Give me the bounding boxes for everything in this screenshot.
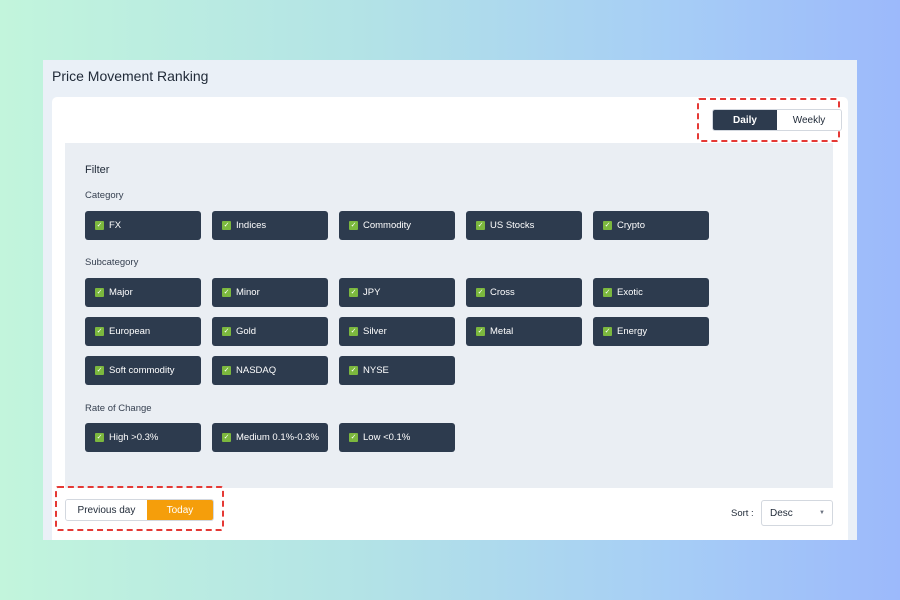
check-icon: ✓ (349, 366, 358, 375)
chip-silver[interactable]: ✓ Silver (339, 317, 455, 346)
check-icon: ✓ (95, 327, 104, 336)
check-icon: ✓ (222, 327, 231, 336)
chip-exotic[interactable]: ✓ Exotic (593, 278, 709, 307)
chip-soft-commodity[interactable]: ✓ Soft commodity (85, 356, 201, 385)
chip-label: FX (109, 220, 122, 231)
chevron-down-icon: ▼ (819, 510, 825, 516)
chip-label: Crypto (617, 220, 645, 231)
filter-title: Filter (85, 164, 110, 176)
chip-label: Low <0.1% (363, 432, 411, 443)
subcategory-label: Subcategory (85, 257, 139, 268)
category-label: Category (85, 190, 124, 201)
daily-button[interactable]: Daily (713, 110, 777, 130)
check-icon: ✓ (95, 433, 104, 442)
check-icon: ✓ (222, 288, 231, 297)
chip-label: Exotic (617, 287, 643, 298)
check-icon: ✓ (603, 288, 612, 297)
chip-label: Cross (490, 287, 515, 298)
chip-label: European (109, 326, 151, 337)
check-icon: ✓ (476, 288, 485, 297)
chip-label: Major (109, 287, 133, 298)
check-icon: ✓ (349, 433, 358, 442)
check-icon: ✓ (349, 288, 358, 297)
check-icon: ✓ (222, 221, 231, 230)
weekly-button[interactable]: Weekly (777, 110, 841, 130)
chip-label: US Stocks (490, 220, 535, 231)
chip-label: High >0.3% (109, 432, 159, 443)
check-icon: ✓ (95, 366, 104, 375)
check-icon: ✓ (476, 327, 485, 336)
rate-of-change-label: Rate of Change (85, 403, 152, 414)
check-icon: ✓ (95, 221, 104, 230)
previous-day-button[interactable]: Previous day (66, 500, 147, 520)
check-icon: ✓ (603, 221, 612, 230)
check-icon: ✓ (95, 288, 104, 297)
page-title: Price Movement Ranking (52, 68, 209, 84)
chip-high[interactable]: ✓ High >0.3% (85, 423, 201, 452)
chip-us-stocks[interactable]: ✓ US Stocks (466, 211, 582, 240)
check-icon: ✓ (222, 366, 231, 375)
chip-gold[interactable]: ✓ Gold (212, 317, 328, 346)
chip-low[interactable]: ✓ Low <0.1% (339, 423, 455, 452)
check-icon: ✓ (349, 327, 358, 336)
chip-fx[interactable]: ✓ FX (85, 211, 201, 240)
chip-label: Commodity (363, 220, 412, 231)
ranking-panel: Price Movement Ranking Daily Weekly Filt… (43, 60, 857, 540)
chip-jpy[interactable]: ✓ JPY (339, 278, 455, 307)
sort-label: Sort : (731, 508, 754, 519)
chip-energy[interactable]: ✓ Energy (593, 317, 709, 346)
chip-minor[interactable]: ✓ Minor (212, 278, 328, 307)
period-toggle: Daily Weekly (712, 109, 842, 131)
chip-nasdaq[interactable]: ✓ NASDAQ (212, 356, 328, 385)
chip-european[interactable]: ✓ European (85, 317, 201, 346)
chip-label: Indices (236, 220, 267, 231)
check-icon: ✓ (349, 221, 358, 230)
day-toggle: Previous day Today (65, 499, 214, 521)
check-icon: ✓ (603, 327, 612, 336)
chip-indices[interactable]: ✓ Indices (212, 211, 328, 240)
chip-label: Gold (236, 326, 257, 337)
sort-select[interactable]: Desc ▼ (761, 500, 833, 526)
chip-crypto[interactable]: ✓ Crypto (593, 211, 709, 240)
chip-label: Energy (617, 326, 648, 337)
sort-value: Desc (770, 507, 793, 519)
chip-label: Medium 0.1%-0.3% (236, 432, 319, 443)
chip-nyse[interactable]: ✓ NYSE (339, 356, 455, 385)
chip-commodity[interactable]: ✓ Commodity (339, 211, 455, 240)
chip-major[interactable]: ✓ Major (85, 278, 201, 307)
chip-label: JPY (363, 287, 381, 298)
chip-label: NASDAQ (236, 365, 277, 376)
chip-metal[interactable]: ✓ Metal (466, 317, 582, 346)
today-button[interactable]: Today (146, 500, 213, 520)
chip-label: Soft commodity (109, 365, 175, 376)
chip-label: NYSE (363, 365, 389, 376)
check-icon: ✓ (476, 221, 485, 230)
check-icon: ✓ (222, 433, 231, 442)
filter-panel: Filter Category ✓ FX ✓ Indices ✓ Commodity … (65, 143, 833, 488)
chip-label: Silver (363, 326, 387, 337)
chip-label: Metal (490, 326, 514, 337)
chip-label: Minor (236, 287, 260, 298)
ranking-card: Daily Weekly Filter Category ✓ FX ✓ Indice… (52, 97, 848, 540)
chip-medium[interactable]: ✓ Medium 0.1%-0.3% (212, 423, 328, 452)
chip-cross[interactable]: ✓ Cross (466, 278, 582, 307)
